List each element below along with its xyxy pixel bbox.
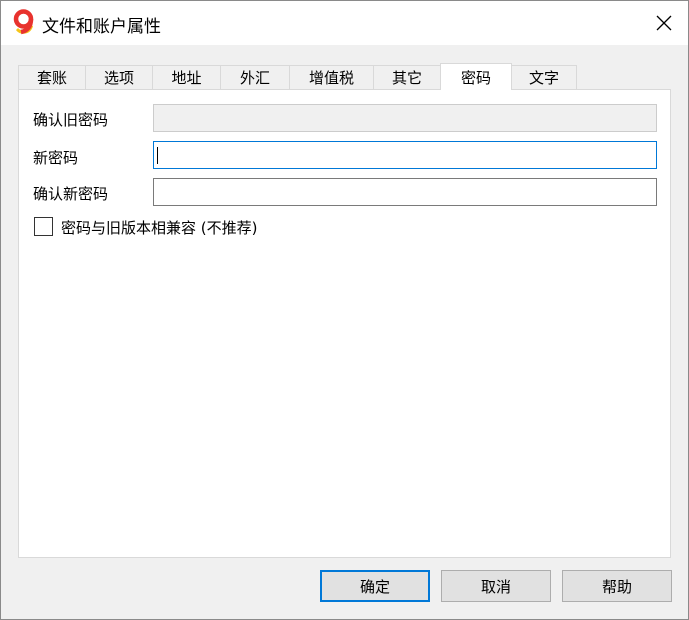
tab-other[interactable]: 其它 — [373, 65, 441, 89]
tab-text[interactable]: 文字 — [511, 65, 577, 89]
tab-address[interactable]: 地址 — [152, 65, 221, 89]
tab-ledger[interactable]: 套账 — [18, 65, 86, 89]
close-button[interactable] — [640, 1, 688, 45]
tab-password[interactable]: 密码 — [440, 63, 512, 90]
text-caret — [157, 147, 158, 164]
tab-forex[interactable]: 外汇 — [220, 65, 290, 89]
dialog-window: 文件和账户属性 套账 选项 地址 外汇 增值税 其它 密码 文字 确认旧密码 新… — [0, 0, 689, 620]
confirm-password-field[interactable] — [153, 178, 657, 206]
ok-button[interactable]: 确定 — [320, 570, 430, 602]
app-logo-icon — [11, 9, 37, 37]
tab-strip: 套账 选项 地址 外汇 增值税 其它 密码 文字 — [18, 63, 674, 90]
confirm-password-label: 确认新密码 — [33, 185, 109, 203]
compat-checkbox-label[interactable]: 密码与旧版本相兼容 (不推荐) — [61, 217, 257, 238]
title-bar[interactable]: 文件和账户属性 — [1, 1, 688, 45]
old-password-label: 确认旧密码 — [33, 111, 109, 129]
password-panel: 确认旧密码 新密码 确认新密码 密码与旧版本相兼容 (不推荐) — [18, 89, 671, 558]
tab-options[interactable]: 选项 — [85, 65, 153, 89]
compat-checkbox[interactable] — [34, 217, 53, 236]
new-password-label: 新密码 — [33, 149, 79, 167]
help-button[interactable]: 帮助 — [562, 570, 672, 602]
new-password-field[interactable] — [153, 141, 657, 169]
tab-vat[interactable]: 增值税 — [289, 65, 374, 89]
window-title: 文件和账户属性 — [42, 17, 161, 37]
cancel-button[interactable]: 取消 — [441, 570, 551, 602]
close-icon — [656, 15, 672, 31]
old-password-field — [153, 104, 657, 132]
